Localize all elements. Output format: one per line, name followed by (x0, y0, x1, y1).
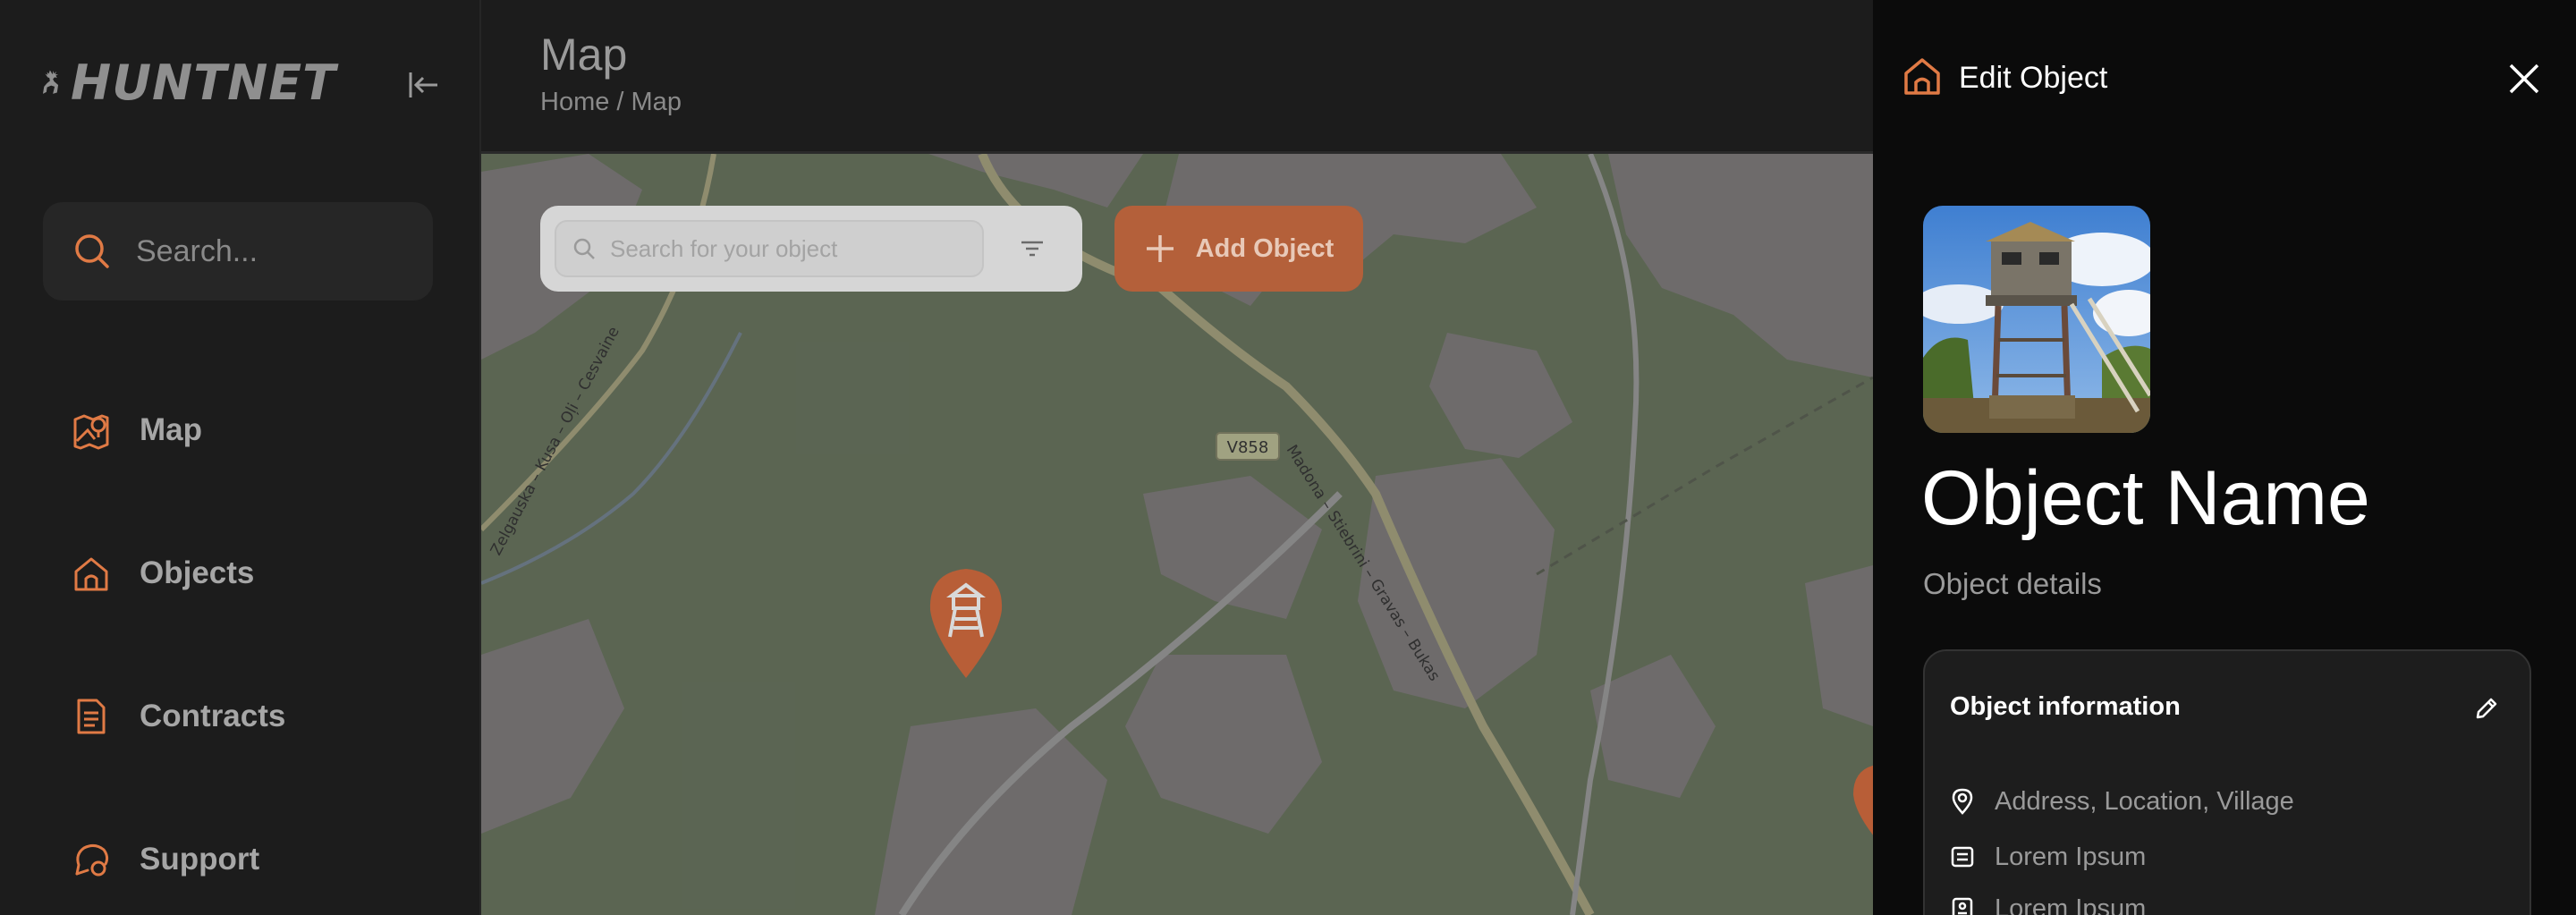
close-panel-button[interactable] (2499, 54, 2549, 104)
plus-icon (1146, 235, 1174, 262)
edit-info-button[interactable] (2465, 687, 2508, 730)
hunting-tower-image (1923, 206, 2150, 433)
object-details-subtitle: Object details (1923, 567, 2102, 600)
map-search-input[interactable] (610, 234, 968, 263)
add-object-button[interactable]: Add Object (1114, 206, 1363, 292)
sidebar-item-contracts[interactable]: Contracts (72, 685, 447, 748)
filter-icon (1021, 241, 1043, 257)
info-card-title: Object information (1950, 692, 2181, 721)
map-view[interactable]: V858 Madona – Stiebrini – Gravas – Bukas… (481, 154, 1873, 915)
brand-logo[interactable]: HUNTNET (41, 41, 336, 123)
sidebar-item-label: Contracts (140, 699, 286, 733)
map-search-bar (540, 206, 1082, 292)
page-title: Map (540, 30, 628, 80)
chat-bubble-icon (75, 843, 109, 877)
badge-icon (1952, 897, 1973, 915)
search-icon (573, 238, 595, 259)
add-object-label: Add Object (1195, 233, 1335, 263)
sidebar-item-map[interactable]: Map (72, 399, 447, 462)
edit-object-panel: Edit Object Object Name Object details O… (1873, 0, 2576, 915)
info-row-address: Address, Location, Village (1950, 784, 2294, 819)
id-card-icon (1951, 846, 1974, 868)
sidebar: HUNTNET Map Objects (0, 0, 481, 915)
info-line-text: Lorem Ipsum (1995, 894, 2147, 915)
sidebar-search-input[interactable] (136, 233, 404, 269)
location-pin-icon (1952, 788, 1973, 815)
close-icon (2509, 64, 2539, 94)
brand-name: HUNTNET (71, 54, 336, 111)
sidebar-item-label: Objects (140, 555, 255, 590)
object-photo[interactable] (1923, 206, 2150, 433)
document-icon (77, 699, 106, 734)
sidebar-item-label: Map (140, 412, 202, 447)
collapse-left-icon (409, 72, 437, 97)
map-search-field[interactable] (555, 220, 984, 277)
deer-logo-icon (42, 70, 59, 94)
map-pin-icon (73, 414, 109, 450)
filter-button[interactable] (1005, 224, 1059, 274)
sidebar-search[interactable] (43, 202, 433, 301)
object-marker-icon[interactable] (1848, 762, 1873, 851)
address-text: Address, Location, Village (1995, 786, 2294, 816)
pencil-icon (2476, 698, 2497, 719)
sidebar-item-label: Support (140, 842, 260, 877)
panel-title: Edit Object (1959, 61, 2108, 95)
object-name: Object Name (1921, 455, 2370, 541)
sidebar-item-support[interactable]: Support (72, 828, 447, 891)
breadcrumb[interactable]: Home / Map (540, 88, 682, 117)
info-row-1: Lorem Ipsum (1950, 839, 2146, 875)
sidebar-item-objects[interactable]: Objects (72, 542, 447, 605)
object-information-card: Object information Address, Location, Vi… (1923, 649, 2531, 915)
info-line-text: Lorem Ipsum (1995, 842, 2147, 871)
home-icon (74, 557, 108, 591)
collapse-sidebar-button[interactable] (401, 63, 445, 107)
tower-marker-icon[interactable] (925, 565, 1007, 680)
info-row-2: Lorem Ipsum (1950, 891, 2146, 915)
home-icon (1904, 58, 1940, 95)
search-icon (75, 234, 109, 268)
road-number-label: V858 (1227, 438, 1269, 457)
page-header: Map Home / Map (481, 0, 1873, 154)
